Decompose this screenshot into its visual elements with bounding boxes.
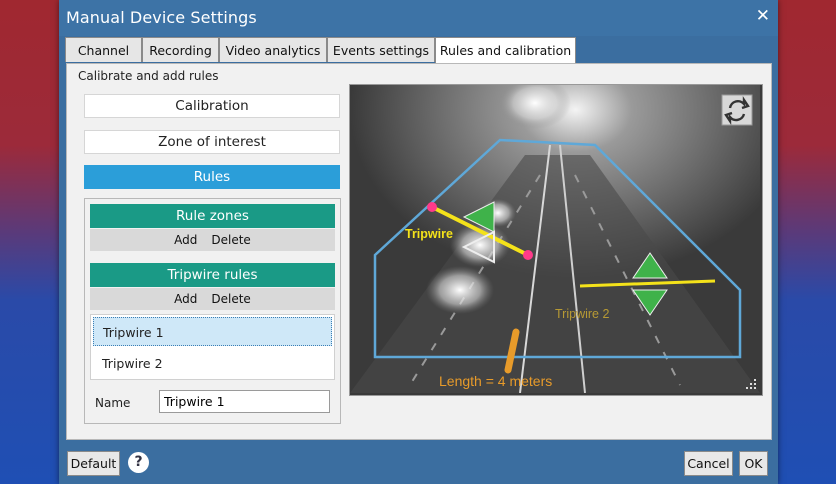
tab-video-analytics[interactable]: Video analytics <box>219 37 327 62</box>
rules-button[interactable]: Rules <box>84 165 340 189</box>
name-label: Name <box>95 396 131 410</box>
zone-of-interest-button[interactable]: Zone of interest <box>84 130 340 154</box>
list-item-tripwire-2[interactable]: Tripwire 2 <box>93 349 332 378</box>
tripwire-1-handle[interactable] <box>523 250 533 260</box>
rule-zones-header: Rule zones <box>90 204 335 228</box>
tripwire-rules-actions: Add Delete <box>90 288 335 310</box>
tripwire-delete-button[interactable]: Delete <box>211 292 250 306</box>
tripwire-2-label: Tripwire 2 <box>555 307 609 321</box>
headlight-glow <box>426 266 494 314</box>
window-title: Manual Device Settings <box>66 8 257 27</box>
tripwire-add-button[interactable]: Add <box>174 292 197 306</box>
swap-icon[interactable] <box>721 94 753 126</box>
ok-button[interactable]: OK <box>739 451 768 476</box>
close-icon[interactable]: ✕ <box>756 6 770 26</box>
group-label: Calibrate and add rules <box>78 69 219 83</box>
tab-rules-and-calibration[interactable]: Rules and calibration <box>435 37 576 64</box>
tripwire-1-label: Tripwire <box>405 227 453 241</box>
tripwire-list: Tripwire 1 Tripwire 2 <box>90 314 335 380</box>
length-label: Length = 4 meters <box>439 373 552 389</box>
rules-editor: Rule zones Add Delete Tripwire rules Add D… <box>84 198 341 424</box>
default-button[interactable]: Default <box>67 451 120 476</box>
title-bar[interactable]: Manual Device Settings ✕ <box>59 0 778 36</box>
tab-events-settings[interactable]: Events settings <box>327 37 435 62</box>
list-item-tripwire-1[interactable]: Tripwire 1 <box>93 317 332 346</box>
tripwire-1-handle[interactable] <box>427 202 437 212</box>
tripwire-rules-header: Tripwire rules <box>90 263 335 287</box>
rule-zones-add-button[interactable]: Add <box>174 233 197 247</box>
rule-zones-actions: Add Delete <box>90 229 335 251</box>
manual-device-settings-dialog: Manual Device Settings ✕ Channel Recordi… <box>59 0 778 484</box>
camera-view[interactable]: Tripwire Tripwire 2 Length = 4 meters <box>349 77 763 396</box>
name-field[interactable] <box>159 390 330 413</box>
help-icon[interactable]: ? <box>128 452 149 473</box>
camera-scene: Tripwire Tripwire 2 Length = 4 meters <box>350 77 760 394</box>
tab-channel[interactable]: Channel <box>65 37 142 62</box>
rule-zones-delete-button[interactable]: Delete <box>211 233 250 247</box>
rules-calibration-panel: Calibrate and add rules Calibration Zone… <box>66 63 772 440</box>
cancel-button[interactable]: Cancel <box>684 451 733 476</box>
calibration-button[interactable]: Calibration <box>84 94 340 118</box>
tab-recording[interactable]: Recording <box>142 37 219 62</box>
